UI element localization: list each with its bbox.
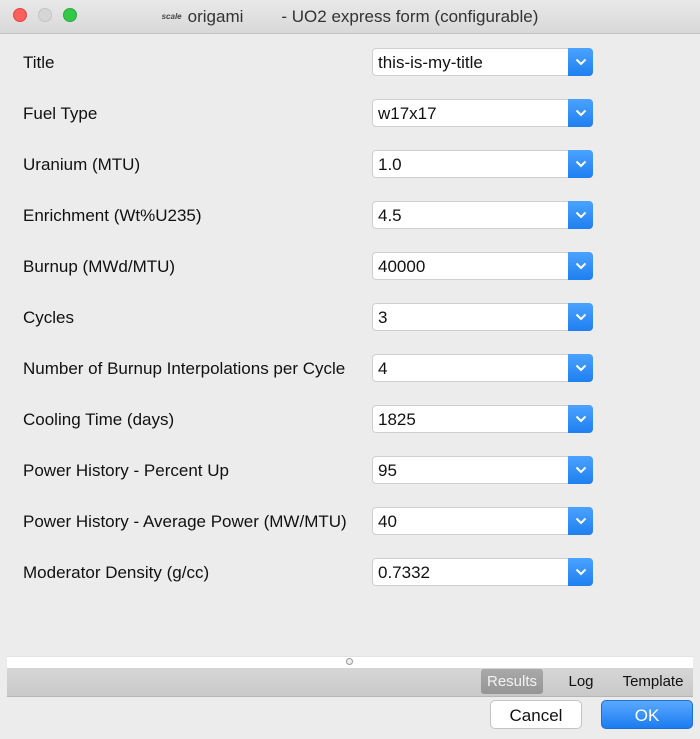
chevron-down-icon[interactable] [568,150,593,178]
output-tab-bar: Results Log Template [7,668,693,697]
uranium-combo[interactable]: 1.0 [372,150,593,178]
combo-value[interactable]: w17x17 [378,104,437,124]
field-label: Fuel Type [23,104,98,123]
cancel-button[interactable]: Cancel [490,700,582,729]
ok-button[interactable]: OK [601,700,693,729]
app-name: origami [187,6,244,26]
field-label: Uranium (MTU) [23,155,141,174]
window-title: scale origami - UO2 express form (config… [0,0,700,33]
combo-value[interactable]: 4.5 [378,206,402,226]
combo-value[interactable]: 95 [378,461,397,481]
field-row-percent-up: Power History - Percent Up 95 [0,456,700,486]
chevron-down-icon[interactable] [568,507,593,535]
app-window: scale origami - UO2 express form (config… [0,0,700,739]
moderator-density-combo[interactable]: 0.7332 [372,558,593,586]
field-row-moderator-density: Moderator Density (g/cc) 0.7332 [0,558,700,588]
chevron-down-icon[interactable] [568,456,593,484]
cycles-combo[interactable]: 3 [372,303,593,331]
burnup-combo[interactable]: 40000 [372,252,593,280]
divider-handle-icon[interactable] [346,658,353,665]
field-row-average-power: Power History - Average Power (MW/MTU) 4… [0,507,700,537]
combo-value[interactable]: 3 [378,308,387,328]
average-power-combo[interactable]: 40 [372,507,593,535]
field-row-burnup: Burnup (MWd/MTU) 40000 [0,252,700,282]
title-combo[interactable]: this-is-my-title [372,48,593,76]
combo-value[interactable]: 40 [378,512,397,532]
chevron-down-icon[interactable] [568,303,593,331]
chevron-down-icon[interactable] [568,558,593,586]
scale-logo-icon: scale [161,12,182,21]
field-label: Number of Burnup Interpolations per Cycl… [23,359,346,378]
field-row-cycles: Cycles 3 [0,303,700,333]
fuel-type-combo[interactable]: w17x17 [372,99,593,127]
field-row-title: Title this-is-my-title [0,48,700,78]
cooling-time-combo[interactable]: 1825 [372,405,593,433]
tab-log[interactable]: Log [560,669,602,694]
field-label: Cycles [23,308,75,327]
chevron-down-icon[interactable] [568,48,593,76]
field-row-uranium: Uranium (MTU) 1.0 [0,150,700,180]
title-bar: scale origami - UO2 express form (config… [0,0,700,34]
field-label: Power History - Percent Up [23,461,229,480]
field-row-cooling-time: Cooling Time (days) 1825 [0,405,700,435]
field-label: Title [23,53,55,72]
enrichment-combo[interactable]: 4.5 [372,201,593,229]
field-label: Enrichment (Wt%U235) [23,206,202,225]
field-label: Burnup (MWd/MTU) [23,257,176,276]
combo-value[interactable]: 1.0 [378,155,402,175]
chevron-down-icon[interactable] [568,99,593,127]
combo-value[interactable]: 1825 [378,410,416,430]
interpolations-combo[interactable]: 4 [372,354,593,382]
field-row-fuel-type: Fuel Type w17x17 [0,99,700,129]
field-row-interpolations: Number of Burnup Interpolations per Cycl… [0,354,700,384]
combo-value[interactable]: 0.7332 [378,563,430,583]
chevron-down-icon[interactable] [568,354,593,382]
tab-results[interactable]: Results [481,669,543,694]
field-label: Cooling Time (days) [23,410,175,429]
split-pane-divider[interactable] [7,656,693,668]
combo-value[interactable]: 4 [378,359,387,379]
combo-value[interactable]: this-is-my-title [378,53,483,73]
chevron-down-icon[interactable] [568,252,593,280]
field-label: Moderator Density (g/cc) [23,563,210,582]
form-title: - UO2 express form (configurable) [281,6,539,26]
tab-template[interactable]: Template [615,669,691,694]
field-label: Power History - Average Power (MW/MTU) [23,512,347,531]
chevron-down-icon[interactable] [568,405,593,433]
combo-value[interactable]: 40000 [378,257,425,277]
field-row-enrichment: Enrichment (Wt%U235) 4.5 [0,201,700,231]
percent-up-combo[interactable]: 95 [372,456,593,484]
chevron-down-icon[interactable] [568,201,593,229]
